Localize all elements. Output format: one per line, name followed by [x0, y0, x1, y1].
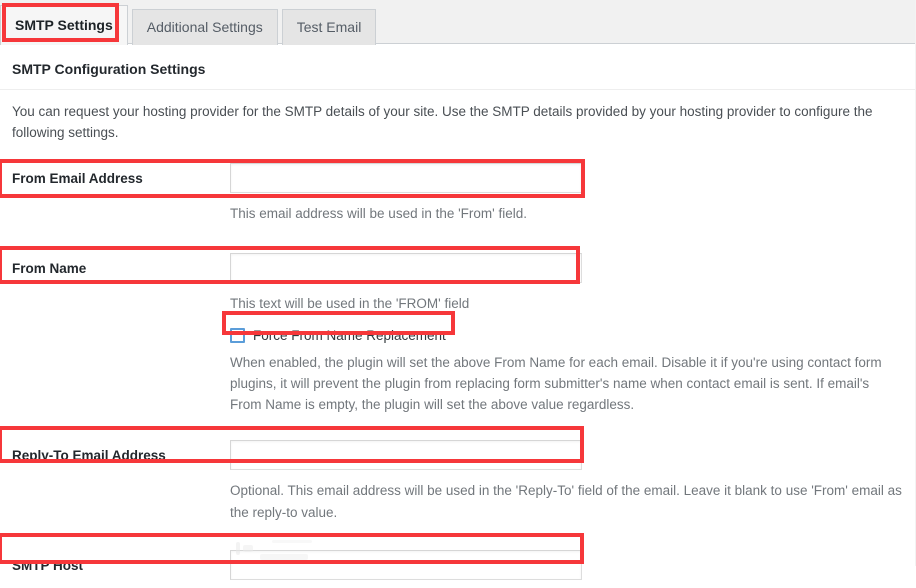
tab-strip: SMTP Settings Additional Settings Test E…	[0, 0, 916, 45]
label-reply-to: Reply-To Email Address	[12, 447, 166, 463]
label-from-name: From Name	[12, 260, 87, 276]
row-from-name: From Name	[0, 245, 916, 291]
tab-smtp-settings-label: SMTP Settings	[15, 17, 113, 33]
description-from-email: This email address will be used in the '…	[230, 206, 528, 221]
force-from-name-block[interactable]: Force From Name Replacement	[230, 323, 446, 347]
field-smtp-host	[230, 542, 916, 588]
description-force-from-name: When enabled, the plugin will set the ab…	[230, 355, 882, 412]
description-from-name: This text will be used in the 'FROM' fie…	[230, 296, 470, 311]
from-name-input[interactable]	[230, 253, 582, 283]
intro-paragraph: You can request your hosting provider fo…	[12, 104, 873, 140]
page-title: SMTP Configuration Settings	[12, 61, 206, 77]
tab-additional-settings[interactable]: Additional Settings	[131, 9, 278, 45]
tab-list: SMTP Settings Additional Settings Test E…	[0, 0, 916, 45]
field-reply-to	[230, 432, 916, 478]
force-from-name-label: Force From Name Replacement	[253, 327, 446, 343]
tab-additional-settings-label: Additional Settings	[146, 19, 263, 35]
description-reply-to: Optional. This email address will be use…	[230, 483, 902, 520]
row-smtp-host: SMTP Host	[0, 542, 916, 588]
label-smtp-host: SMTP Host	[12, 557, 84, 573]
heading-divider	[0, 89, 916, 90]
tab-test-email[interactable]: Test Email	[281, 9, 377, 45]
from-email-input[interactable]	[230, 163, 582, 193]
tab-smtp-settings[interactable]: SMTP Settings	[0, 5, 128, 45]
smtp-host-input[interactable]	[230, 550, 582, 580]
field-from-name	[230, 245, 916, 291]
row-reply-to: Reply-To Email Address	[0, 432, 916, 478]
tab-test-email-label: Test Email	[296, 19, 362, 35]
settings-form: From Email Address This email address wi…	[0, 155, 916, 588]
reply-to-input[interactable]	[230, 440, 582, 470]
force-from-name-checkbox[interactable]	[230, 327, 245, 343]
row-from-email: From Email Address	[0, 155, 916, 201]
field-from-email	[230, 155, 916, 201]
label-from-email: From Email Address	[12, 170, 143, 186]
